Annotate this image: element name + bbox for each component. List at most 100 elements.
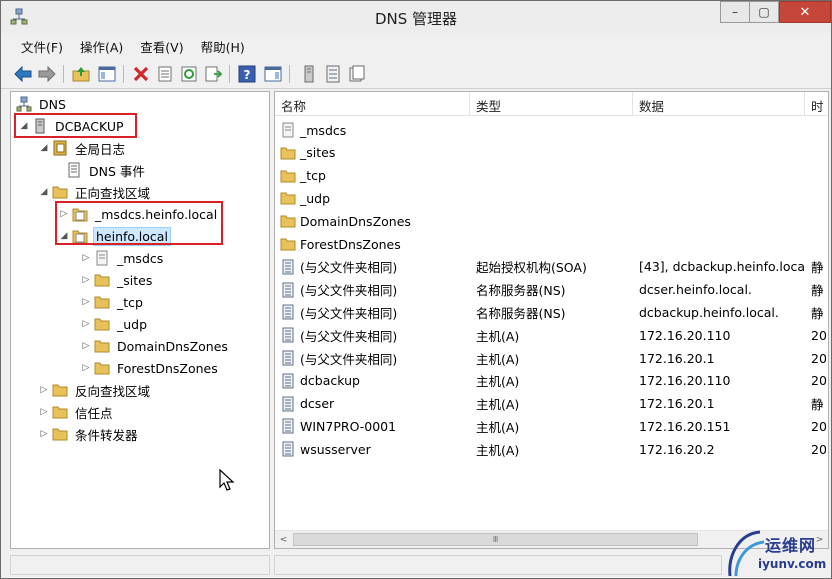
table-row[interactable]: (与父文件夹相同) 名称服务器(NS) dcbackup.heinfo.local.…	[275, 301, 828, 323]
record-type	[476, 119, 633, 141]
tree-item-sub-udp[interactable]: ▷ _udp	[79, 313, 149, 335]
up-level-button[interactable]	[71, 64, 91, 84]
server-icon	[304, 65, 314, 83]
show-action-pane-button[interactable]	[263, 64, 283, 84]
table-row[interactable]: _tcp	[275, 165, 828, 187]
dns-record-icon	[280, 326, 296, 344]
tree-item-sub-msdcs[interactable]: ▷ _msdcs	[79, 247, 165, 269]
log-book-icon	[51, 139, 69, 157]
scrollbar-thumb[interactable]: Ⅲ	[293, 533, 698, 546]
collapsed-arrow-icon[interactable]: ▷	[37, 429, 51, 439]
menu-file[interactable]: 文件(F)	[13, 35, 72, 57]
dns-manager-window: DNS 管理器 – ▢ ✕ 文件(F) 操作(A) 查看(V) 帮助(H) ? …	[0, 0, 832, 579]
table-row[interactable]: dcbackup 主机(A) 172.16.20.110 20	[275, 370, 828, 392]
collapsed-arrow-icon[interactable]: ▷	[37, 407, 51, 417]
record-timestamp	[811, 142, 828, 164]
table-row[interactable]: ForestDnsZones	[275, 233, 828, 255]
table-row[interactable]: _udp	[275, 187, 828, 209]
table-row[interactable]: WIN7PRO-0001 主机(A) 172.16.20.151 20	[275, 415, 828, 437]
help-button[interactable]: ?	[237, 64, 257, 84]
tree-item-sub-domaindnszones[interactable]: ▷ DomainDnsZones	[79, 335, 230, 357]
table-row[interactable]: (与父文件夹相同) 起始授权机构(SOA) [43], dcbackup.heinf…	[275, 256, 828, 278]
record-name: (与父文件夹相同)	[300, 305, 398, 321]
record-name: wsusserver	[300, 441, 371, 457]
column-header-name[interactable]: 名称	[275, 92, 470, 116]
menu-view[interactable]: 查看(V)	[132, 35, 192, 57]
folder-icon	[280, 167, 296, 185]
collapsed-arrow-icon[interactable]: ▷	[37, 385, 51, 395]
tree-item-forward-zones[interactable]: ◢ 正向查找区域	[37, 181, 152, 203]
table-row[interactable]: wsusserver 主机(A) 172.16.20.2 20	[275, 438, 828, 460]
table-row[interactable]: (与父文件夹相同) 主机(A) 172.16.20.110 20	[275, 324, 828, 346]
record-timestamp: 20	[811, 373, 827, 389]
record-type	[476, 165, 633, 187]
record-data	[639, 165, 805, 187]
close-button[interactable]: ✕	[779, 1, 831, 23]
menu-action[interactable]: 操作(A)	[72, 35, 132, 57]
forward-button[interactable]	[37, 64, 57, 84]
tree-item-dns-events[interactable]: DNS 事件	[65, 159, 147, 181]
delegated-zone-icon	[93, 249, 111, 267]
collapsed-arrow-icon[interactable]: ▷	[79, 253, 93, 263]
collapsed-arrow-icon[interactable]: ▷	[79, 319, 93, 329]
table-row[interactable]: _sites	[275, 142, 828, 164]
collapsed-arrow-icon[interactable]: ▷	[79, 341, 93, 351]
title-bar[interactable]: DNS 管理器 – ▢ ✕	[1, 1, 831, 33]
menu-help[interactable]: 帮助(H)	[193, 35, 254, 57]
collapsed-arrow-icon[interactable]: ▷	[79, 275, 93, 285]
expanded-arrow-icon[interactable]: ◢	[37, 187, 51, 197]
properties-button[interactable]	[155, 64, 175, 84]
table-row[interactable]: (与父文件夹相同) 主机(A) 172.16.20.1 20	[275, 347, 828, 369]
table-row[interactable]: DomainDnsZones	[275, 210, 828, 232]
records-list-pane[interactable]: 名称 类型 数据 时 _msdcs _sites _tcp _udp DomainDns…	[274, 91, 829, 549]
record-list-button[interactable]	[323, 64, 343, 84]
column-header-timestamp[interactable]: 时	[805, 92, 828, 116]
collapsed-arrow-icon[interactable]: ▷	[79, 297, 93, 307]
status-bar	[1, 552, 831, 578]
folder-icon	[51, 183, 69, 201]
tree-item-sub-forestdnszones[interactable]: ▷ ForestDnsZones	[79, 357, 220, 379]
forward-arrow-icon	[38, 66, 56, 82]
mouse-cursor-icon	[219, 469, 235, 491]
record-type	[476, 142, 633, 164]
record-timestamp: 静	[811, 397, 824, 413]
tree-item-reverse-zones[interactable]: ▷ 反向查找区域	[37, 379, 152, 401]
record-type: 主机(A)	[476, 374, 520, 390]
record-name: (与父文件夹相同)	[300, 328, 398, 344]
record-timestamp: 静	[811, 283, 824, 299]
status-cell-right	[274, 555, 722, 575]
toolbar-separator	[289, 65, 290, 83]
tree-item-conditional-forwarders[interactable]: ▷ 条件转发器	[37, 423, 140, 445]
tree-label-conditional-forwarders: 条件转发器	[75, 427, 138, 443]
refresh-button[interactable]	[179, 64, 199, 84]
delegated-zone-icon	[280, 121, 296, 139]
expanded-arrow-icon[interactable]: ◢	[37, 143, 51, 153]
tree-item-trust-points[interactable]: ▷ 信任点	[37, 401, 115, 423]
delete-button[interactable]	[131, 64, 151, 84]
server-button[interactable]	[299, 64, 319, 84]
record-timestamp: 20	[811, 327, 827, 343]
record-data: 172.16.20.1	[639, 396, 715, 412]
tree-item-dns[interactable]: DNS	[15, 93, 68, 115]
minimize-button[interactable]: –	[720, 1, 750, 23]
table-row[interactable]: (与父文件夹相同) 名称服务器(NS) dcser.heinfo.local. 静	[275, 279, 828, 301]
tree-item-sub-sites[interactable]: ▷ _sites	[79, 269, 154, 291]
column-header-data[interactable]: 数据	[633, 92, 805, 116]
export-list-button[interactable]	[203, 64, 223, 84]
tree-item-sub-tcp[interactable]: ▷ _tcp	[79, 291, 145, 313]
maximize-button[interactable]: ▢	[749, 1, 779, 23]
tree-item-global-logs[interactable]: ◢ 全局日志	[37, 137, 127, 159]
export-list-icon	[205, 66, 222, 82]
table-row[interactable]: dcser 主机(A) 172.16.20.1 静	[275, 393, 828, 415]
back-button[interactable]	[13, 64, 33, 84]
record-type: 主机(A)	[476, 442, 520, 458]
collapsed-arrow-icon[interactable]: ▷	[79, 363, 93, 373]
folder-icon	[93, 359, 111, 377]
new-zone-button[interactable]	[347, 64, 367, 84]
scroll-left-button[interactable]: <	[275, 531, 292, 548]
table-row[interactable]: _msdcs	[275, 119, 828, 141]
record-name: dcser	[300, 396, 335, 412]
show-hide-tree-button[interactable]	[97, 64, 117, 84]
column-header-type[interactable]: 类型	[470, 92, 633, 116]
record-name: (与父文件夹相同)	[300, 351, 398, 367]
